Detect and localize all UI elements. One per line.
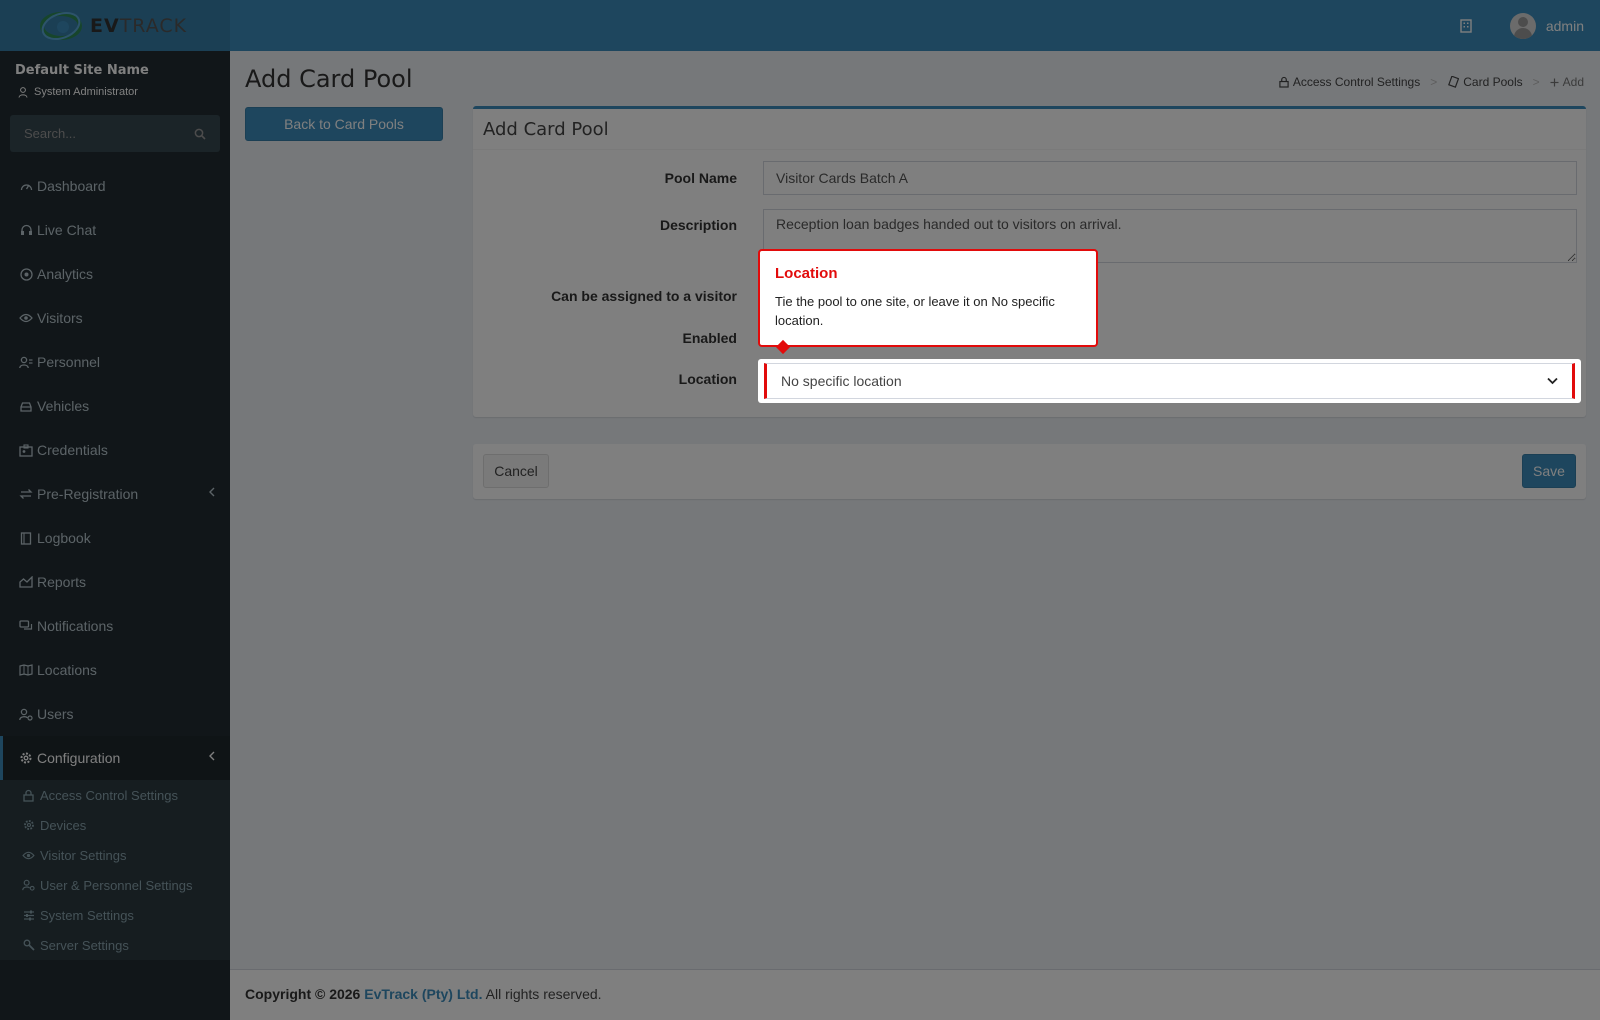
location-select[interactable]: No specific location: [764, 363, 1575, 399]
tooltip-title: Location: [775, 265, 838, 282]
tour-highlight: No specific location: [758, 359, 1581, 403]
tour-tooltip: Location Tie the pool to one site, or le…: [758, 249, 1098, 347]
tour-overlay[interactable]: [0, 0, 1600, 1020]
chevron-down-icon: [1547, 377, 1558, 385]
location-select-value: No specific location: [781, 373, 902, 389]
tooltip-body: Tie the pool to one site, or leave it on…: [775, 294, 1055, 328]
